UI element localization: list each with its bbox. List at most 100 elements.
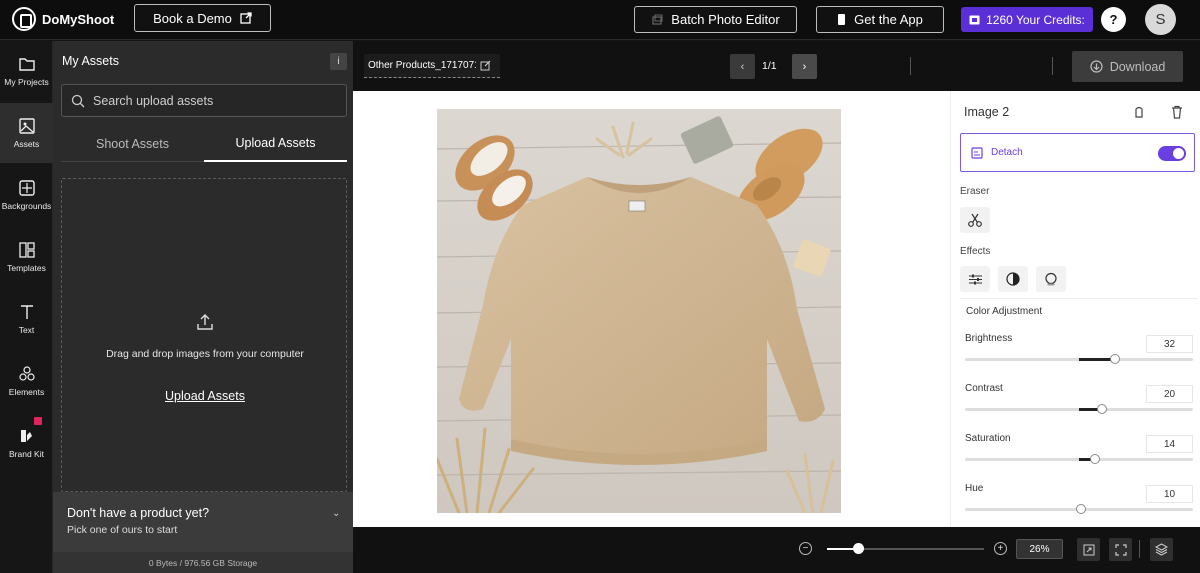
- eraser-button[interactable]: [960, 207, 990, 233]
- edit-icon[interactable]: [480, 60, 491, 71]
- download-label: Download: [1109, 59, 1166, 74]
- hue-value-input[interactable]: 10: [1146, 485, 1193, 503]
- image-icon: [18, 118, 35, 134]
- contrast-value-input[interactable]: 20: [1146, 385, 1193, 403]
- zoom-in-icon[interactable]: +: [994, 542, 1007, 555]
- rail-item-templates[interactable]: Templates: [0, 227, 53, 287]
- rail-label: Backgrounds: [1, 201, 52, 211]
- upload-icon: [197, 314, 213, 330]
- batch-editor-label: Batch Photo Editor: [671, 12, 780, 27]
- book-demo-label: Book a Demo: [153, 10, 232, 26]
- credits-button[interactable]: 1260 Your Credits:: [961, 7, 1093, 32]
- rail-label: Elements: [8, 387, 45, 397]
- layer-title: Image 2: [964, 105, 1010, 119]
- eraser-heading: Eraser: [960, 186, 990, 197]
- rail-item-elements[interactable]: Elements: [0, 351, 53, 411]
- slider-handle[interactable]: [1110, 354, 1121, 364]
- detach-row[interactable]: Detach: [960, 133, 1195, 172]
- effects-heading: Effects: [960, 246, 991, 257]
- upload-dropzone[interactable]: Drag and drop images from your computer …: [61, 178, 347, 492]
- rail-item-assets[interactable]: Assets: [0, 103, 53, 163]
- chevron-left-icon: ‹: [740, 60, 745, 73]
- avatar[interactable]: S: [1145, 4, 1176, 35]
- logo-mark-icon: [12, 7, 36, 31]
- tab-upload-assets[interactable]: Upload Assets: [204, 126, 347, 162]
- effects-tools: [960, 266, 1080, 294]
- zoom-slider[interactable]: [827, 543, 984, 554]
- product-promo[interactable]: Don't have a product yet? Pick one of ou…: [53, 492, 353, 552]
- contrast-icon: [1006, 272, 1020, 286]
- layers-button[interactable]: [1150, 538, 1173, 561]
- divider: [910, 57, 911, 75]
- rail-label: Assets: [13, 139, 40, 149]
- detach-toggle[interactable]: [1158, 146, 1186, 161]
- rail-item-text[interactable]: Text: [0, 289, 53, 349]
- lock-icon: [34, 417, 42, 425]
- rail-item-my-projects[interactable]: My Projects: [0, 41, 53, 101]
- shadow-button[interactable]: [1036, 266, 1066, 292]
- slider-handle[interactable]: [1076, 504, 1087, 514]
- saturation-value-input[interactable]: 14: [1146, 435, 1193, 453]
- saturation-slider[interactable]: [965, 454, 1193, 464]
- app-name: DoMyShoot: [42, 11, 115, 27]
- contrast-slider[interactable]: [965, 404, 1193, 414]
- saturation-row: Saturation 14: [965, 433, 1193, 483]
- scissors-icon: [968, 213, 982, 227]
- help-icon[interactable]: ?: [1101, 7, 1126, 32]
- zoom-out-icon[interactable]: −: [799, 542, 812, 555]
- sweatshirt-flatlay-image: [437, 109, 841, 513]
- download-button[interactable]: Download: [1072, 51, 1183, 82]
- contrast-filter-button[interactable]: [998, 266, 1028, 292]
- tool-rail: My Projects Assets Backgrounds Templates…: [0, 41, 53, 573]
- rail-item-brand-kit[interactable]: Brand Kit: [0, 413, 53, 473]
- backgrounds-icon: [18, 180, 35, 196]
- next-page-button[interactable]: ›: [792, 54, 817, 79]
- product-photo[interactable]: [437, 109, 841, 513]
- brightness-value-input[interactable]: 32: [1146, 335, 1193, 353]
- hue-slider[interactable]: [965, 504, 1193, 514]
- book-demo-button[interactable]: Book a Demo: [134, 4, 271, 32]
- fullscreen-button[interactable]: [1109, 538, 1132, 561]
- logo[interactable]: DoMyShoot: [12, 7, 114, 31]
- batch-photo-editor-button[interactable]: Batch Photo Editor: [634, 6, 797, 33]
- rail-item-backgrounds[interactable]: Backgrounds: [0, 165, 53, 225]
- chevron-right-icon: ›: [802, 60, 807, 73]
- tab-shoot-assets[interactable]: Shoot Assets: [61, 126, 204, 162]
- brand-kit-icon: [20, 430, 32, 442]
- divider: [1052, 57, 1053, 75]
- zoom-level[interactable]: 26%: [1016, 539, 1063, 559]
- zoom-handle[interactable]: [853, 543, 865, 554]
- flip-icon[interactable]: [1130, 103, 1148, 121]
- asset-tabs: Shoot Assets Upload Assets: [61, 126, 347, 162]
- batch-editor-icon: [652, 14, 663, 25]
- search-input[interactable]: [93, 93, 333, 108]
- fullscreen-icon: [1114, 543, 1127, 556]
- prev-page-button[interactable]: ‹: [730, 54, 755, 79]
- properties-panel: Image 2 Detach Eraser Effects Color Adju…: [950, 91, 1200, 527]
- rail-label: Text: [18, 325, 35, 335]
- info-icon[interactable]: i: [330, 53, 347, 70]
- brightness-row: Brightness 32: [965, 333, 1193, 383]
- get-the-app-button[interactable]: Get the App: [816, 6, 944, 33]
- adjust-label: Contrast: [965, 383, 1003, 394]
- filename-field[interactable]: Other Products_1717071: [364, 54, 500, 78]
- fit-screen-button[interactable]: [1077, 538, 1100, 561]
- shapes-icon: [18, 366, 35, 381]
- layers-icon: [1155, 543, 1168, 556]
- search-icon: [71, 94, 85, 107]
- brightness-slider[interactable]: [965, 354, 1193, 364]
- design-canvas[interactable]: [353, 91, 950, 527]
- chevron-down-icon[interactable]: ⌄: [332, 508, 340, 519]
- upload-assets-link[interactable]: Upload Assets: [62, 389, 348, 403]
- assets-panel: My Assets i Shoot Assets Upload Assets D…: [53, 41, 353, 573]
- sliders-icon: [968, 274, 982, 284]
- external-link-icon: [240, 12, 252, 24]
- trash-icon[interactable]: [1168, 103, 1186, 121]
- adjust-button[interactable]: [960, 266, 990, 292]
- storage-usage: 0 Bytes / 976.56 GB Storage: [53, 552, 353, 573]
- dropzone-text: Drag and drop images from your computer: [106, 348, 304, 360]
- slider-handle[interactable]: [1096, 404, 1107, 414]
- filename-text: Other Products_1717071: [368, 60, 476, 71]
- text-icon: [20, 305, 33, 319]
- slider-handle[interactable]: [1089, 454, 1100, 464]
